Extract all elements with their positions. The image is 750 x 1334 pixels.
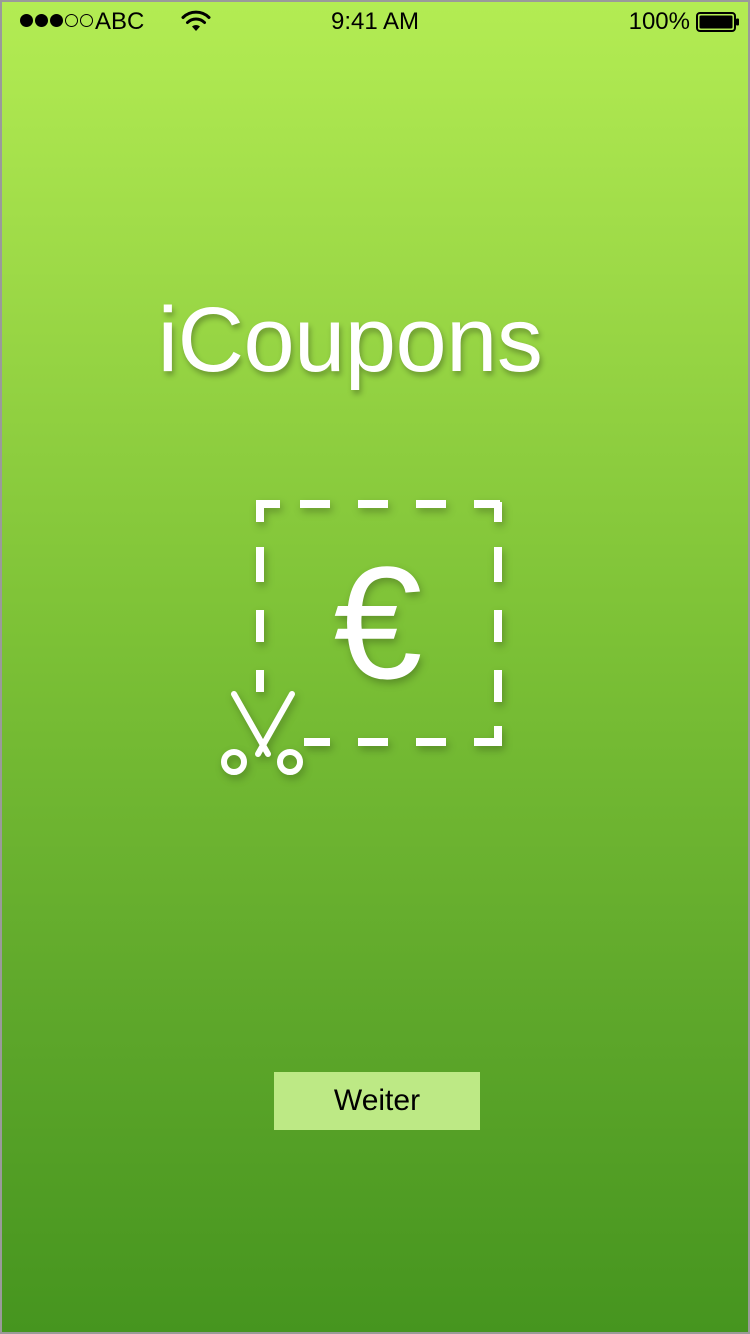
splash-screen: ABC 9:41 AM 100% iCoupons € Weiter xyxy=(0,0,750,1334)
scissors-icon xyxy=(221,691,303,775)
euro-symbol: € xyxy=(334,533,423,712)
next-button[interactable]: Weiter xyxy=(274,1072,480,1130)
coupon-logo-icon: € xyxy=(221,500,502,775)
battery-icon xyxy=(696,12,739,32)
app-title: iCoupons xyxy=(157,289,543,391)
battery-percentage: 100% xyxy=(628,8,690,35)
status-bar: ABC 9:41 AM 100% xyxy=(2,2,748,42)
